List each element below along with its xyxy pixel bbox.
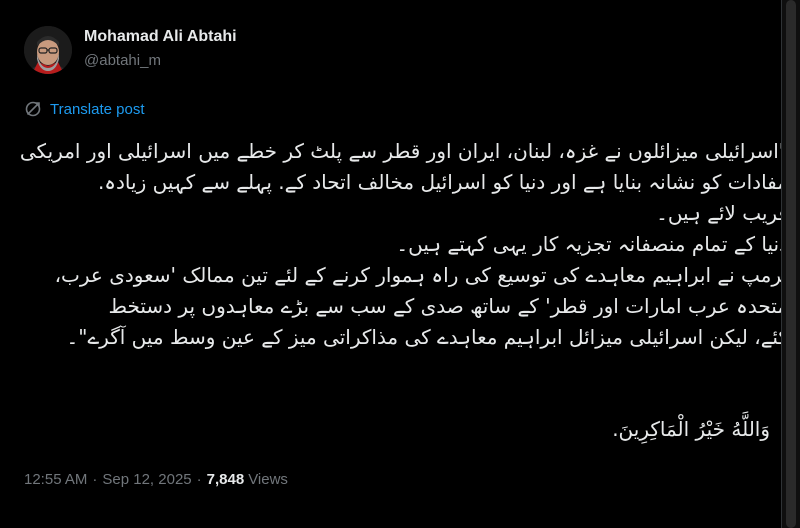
- post-date[interactable]: Sep 12, 2025: [102, 471, 191, 488]
- post-text-line: مفادات کو نشانہ بنایا ہے اور دنیا کو اسر…: [97, 170, 788, 194]
- post-card: Mohamad Ali Abtahi @abtahi_m Translate p…: [0, 0, 800, 528]
- post-meta: 12:55 AM · Sep 12, 2025 · 7,848 Views: [24, 468, 288, 490]
- avatar-photo-icon: [24, 26, 72, 74]
- post-text-line: دنیا کے تمام منصفانہ تجزیہ کار یہی کہتے …: [396, 232, 788, 256]
- meta-separator: ·: [92, 470, 98, 488]
- post-text-line: کئے، لیکن اسرائیلی میزائل ابراہیم معاہدے…: [66, 325, 788, 349]
- post-text-line: "اسرائیلی میزائلوں نے غزہ، لبنان، ایران …: [19, 139, 788, 163]
- post-text: "اسرائیلی میزائلوں نے غزہ، لبنان، ایران …: [12, 136, 788, 353]
- views-count: 7,848: [206, 470, 245, 488]
- post-closing-line: وَاللَّهُ خَيْرُ الْمَاكِرِينَ.: [612, 417, 770, 441]
- post-text-line: متحدہ عرب امارات اور قطر' کے ساتھ صدی کے…: [108, 294, 788, 318]
- translate-post-button[interactable]: Translate post: [24, 98, 145, 120]
- avatar[interactable]: [24, 26, 72, 74]
- author-name[interactable]: Mohamad Ali Abtahi: [84, 28, 237, 46]
- views-label: Views: [248, 470, 288, 488]
- translate-icon: [24, 100, 42, 118]
- scrollbar[interactable]: [782, 0, 800, 528]
- meta-separator: ·: [196, 470, 202, 488]
- scrollbar-thumb[interactable]: [786, 0, 796, 528]
- translate-label: Translate post: [50, 100, 145, 118]
- post-text-line: قریب لائے ہیں۔: [656, 201, 788, 225]
- author-handle[interactable]: @abtahi_m: [84, 52, 161, 69]
- post-time[interactable]: 12:55 AM: [24, 471, 87, 488]
- post-text-line: ٹرمپ نے ابراہیم معاہدے کی توسیع کی راہ ہ…: [54, 263, 788, 287]
